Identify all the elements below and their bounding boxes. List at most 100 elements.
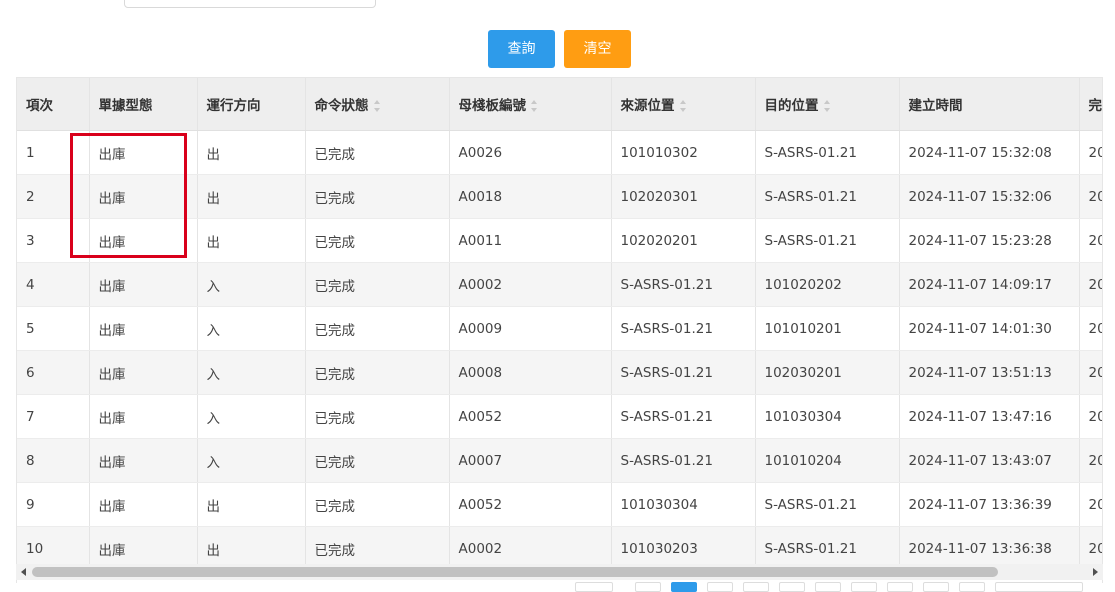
column-header-label: 目的位置	[764, 98, 819, 114]
column-pallet-id-header[interactable]: 母棧板編號	[449, 78, 612, 131]
column-pallet-id-cell: A0018	[449, 174, 612, 219]
data-table-container: 項次 單據型態 運行方向 命令狀態 母棧板編號 來源位置 目的位置 建立時間完 1 出庫出已完成…	[16, 77, 1103, 583]
column-completed-time-cell: 20	[1079, 394, 1102, 439]
column-completed-time-cell: 20	[1079, 262, 1102, 307]
column-target-location-cell: 101010204	[755, 438, 900, 483]
column-target-location-cell: S-ASRS-01.21	[755, 482, 900, 527]
page-button[interactable]	[851, 582, 877, 592]
scrollbar-thumb[interactable]	[32, 567, 998, 577]
column-command-status-cell: 已完成	[305, 174, 450, 219]
column-created-time-cell: 2024-11-07 13:47:16	[899, 394, 1080, 439]
column-document-type-header: 單據型態	[89, 78, 198, 131]
page-button-active[interactable]	[671, 582, 697, 592]
column-index-cell: 8	[17, 438, 90, 483]
column-pallet-id-cell: A0007	[449, 438, 612, 483]
column-completed-time-cell: 20	[1079, 218, 1102, 263]
column-command-status-cell: 已完成	[305, 394, 450, 439]
column-index-cell: 4	[17, 262, 90, 307]
column-created-time-cell: 2024-11-07 14:01:30	[899, 306, 1080, 351]
sort-icon[interactable]	[531, 100, 538, 112]
column-source-location-cell: 102020201	[611, 218, 756, 263]
column-source-location-header[interactable]: 來源位置	[611, 78, 756, 131]
table-row[interactable]: 4 出庫入已完成 A0002 S-ASRS-01.21 101020202 2024-11…	[17, 262, 1102, 307]
table-row[interactable]: 7 出庫入已完成 A0052 S-ASRS-01.21 101030304 2024-11…	[17, 394, 1102, 439]
column-target-location-cell: S-ASRS-01.21	[755, 174, 900, 219]
table-row[interactable]: 2 出庫出已完成 A0018 102020301 S-ASRS-01.21 2024-11…	[17, 174, 1102, 219]
page-size-select[interactable]	[575, 582, 613, 592]
sort-icon[interactable]	[373, 100, 381, 112]
page-button[interactable]	[959, 582, 985, 592]
column-target-location-cell: 101030304	[755, 394, 900, 439]
column-pallet-id-cell: A0011	[449, 218, 612, 263]
scroll-left-icon[interactable]	[21, 568, 26, 576]
column-header-label: 來源位置	[620, 98, 675, 114]
column-pallet-id-cell: A0009	[449, 306, 612, 351]
page-jump-input[interactable]	[995, 582, 1083, 592]
column-header-label: 建立時間	[908, 98, 963, 114]
column-completed-time-cell: 20	[1079, 350, 1102, 395]
column-completed-time-cell: 20	[1079, 482, 1102, 527]
column-completed-time-cell: 20	[1079, 130, 1102, 175]
sort-icon[interactable]	[823, 100, 831, 112]
table-header-row: 項次 單據型態 運行方向 命令狀態 母棧板編號 來源位置 目的位置 建立時間 完	[17, 78, 1103, 131]
table-row[interactable]: 6 出庫入已完成 A0008 S-ASRS-01.21 102030201 2024-11…	[17, 350, 1102, 395]
query-button[interactable]: 查詢	[488, 30, 555, 68]
page-button[interactable]	[707, 582, 733, 592]
column-target-location-cell: 101020202	[755, 262, 900, 307]
horizontal-scrollbar[interactable]	[16, 564, 1103, 580]
column-header-label: 命令狀態	[314, 98, 369, 114]
column-source-location-cell: S-ASRS-01.21	[611, 262, 756, 307]
column-pallet-id-cell: A0026	[449, 130, 612, 175]
column-command-status-cell: 已完成	[305, 482, 450, 527]
column-document-type-cell: 出庫	[89, 306, 198, 351]
column-created-time-header: 建立時間	[899, 78, 1080, 131]
search-input[interactable]	[124, 0, 376, 8]
column-source-location-cell: S-ASRS-01.21	[611, 394, 756, 439]
table-row[interactable]: 5 出庫入已完成 A0009 S-ASRS-01.21 101010201 2024-11…	[17, 306, 1102, 351]
column-document-type-cell: 出庫	[89, 394, 198, 439]
sort-icon[interactable]	[679, 100, 687, 112]
column-command-status-header[interactable]: 命令狀態	[305, 78, 450, 131]
table-row[interactable]: 9 出庫出已完成 A0052 101030304 S-ASRS-01.21 2024-11…	[17, 482, 1102, 527]
column-target-location-header[interactable]: 目的位置	[755, 78, 900, 131]
column-direction-cell: 入	[197, 350, 306, 395]
column-target-location-cell: S-ASRS-01.21	[755, 218, 900, 263]
page-button[interactable]	[743, 582, 769, 592]
column-direction-cell: 出	[197, 130, 306, 175]
column-created-time-cell: 2024-11-07 13:43:07	[899, 438, 1080, 483]
column-index-cell: 1	[17, 130, 90, 175]
column-direction-cell: 入	[197, 394, 306, 439]
column-created-time-cell: 2024-11-07 15:32:06	[899, 174, 1080, 219]
table-row[interactable]: 1 出庫出已完成 A0026 101010302 S-ASRS-01.21 2024-11…	[17, 130, 1102, 175]
table-row[interactable]: 3 出庫出已完成 A0011 102020201 S-ASRS-01.21 2024-11…	[17, 218, 1102, 263]
page-button[interactable]	[779, 582, 805, 592]
page-button[interactable]	[635, 582, 661, 592]
column-created-time-cell: 2024-11-07 13:36:39	[899, 482, 1080, 527]
column-direction-cell: 入	[197, 438, 306, 483]
page-button[interactable]	[887, 582, 913, 592]
column-index-cell: 5	[17, 306, 90, 351]
column-command-status-cell: 已完成	[305, 350, 450, 395]
column-completed-time-cell: 20	[1079, 438, 1102, 483]
column-pallet-id-cell: A0002	[449, 262, 612, 307]
column-document-type-cell: 出庫	[89, 262, 198, 307]
page-button[interactable]	[815, 582, 841, 592]
column-index-cell: 6	[17, 350, 90, 395]
column-direction-cell: 出	[197, 482, 306, 527]
page-button[interactable]	[923, 582, 949, 592]
column-document-type-cell: 出庫	[89, 174, 198, 219]
column-header-label: 完	[1088, 98, 1103, 114]
column-direction-header: 運行方向	[197, 78, 306, 131]
column-direction-cell: 入	[197, 306, 306, 351]
table-row[interactable]: 8 出庫入已完成 A0007 S-ASRS-01.21 101010204 2024-11…	[17, 438, 1102, 483]
column-document-type-cell: 出庫	[89, 130, 198, 175]
column-source-location-cell: 101030304	[611, 482, 756, 527]
column-direction-cell: 出	[197, 174, 306, 219]
column-command-status-cell: 已完成	[305, 306, 450, 351]
clear-button[interactable]: 清空	[564, 30, 631, 68]
column-source-location-cell: S-ASRS-01.21	[611, 306, 756, 351]
scroll-right-icon[interactable]	[1093, 568, 1098, 576]
column-direction-cell: 入	[197, 262, 306, 307]
column-pallet-id-cell: A0052	[449, 394, 612, 439]
column-command-status-cell: 已完成	[305, 438, 450, 483]
